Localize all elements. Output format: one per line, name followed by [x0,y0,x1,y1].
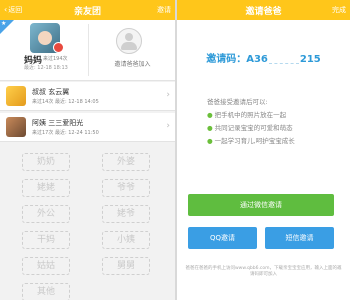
baby-hand-image [38,31,52,45]
benefit-item: ● 共同记录宝宝的可爱和萌态 [207,122,295,132]
benefit-item: ● 一起学习育儿,呵护宝宝成长 [207,135,295,145]
invite-button[interactable]: 邀请 [157,5,171,15]
role-slot-grandma[interactable]: 奶奶 [22,153,70,171]
benefits-list: 爸爸接受邀请后可以: ● 把手机中的照片放在一起 ● 共同记录宝宝的可爱和萌态 ● 一… [207,96,295,145]
member-meta: 来过17次 最近: 12-24 11:50 [32,130,99,136]
benefit-item: ● 把手机中的照片放在一起 [207,109,295,119]
role-slot-aunt-paternal[interactable]: 姑姑 [22,257,70,275]
list-item[interactable]: 阿姨 三三爱阳光 来过17次 最近: 12-24 11:50 › [0,113,175,142]
right-navbar: 邀请爸爸 完成 [177,0,350,20]
role-slot-maternal-grandma[interactable]: 外婆 [102,153,150,171]
star-icon: ★ [1,20,7,27]
member-meta: 来过14次 最近: 12-18 14:05 [32,99,99,105]
sms-invite-button[interactable]: 短信邀请 [265,227,334,249]
left-navbar: ‹返回 亲友团 邀请 [0,0,175,20]
role-slot-laoye[interactable]: 姥爷 [102,205,150,223]
page-title: 亲友团 [73,7,101,17]
role-slot-godmother[interactable]: 干妈 [22,231,70,249]
invite-code[interactable]: 邀请码：A36 215 [177,50,350,65]
role-slot-maternal-grandpa[interactable]: 外公 [22,205,70,223]
invite-dad-label[interactable]: 邀请爸爸加入 [90,59,175,68]
qq-invite-button[interactable]: QQ邀请 [188,227,257,249]
code-redaction [268,54,299,64]
page-title: 邀请爸爸 [245,7,282,17]
mom-last-visit: 最近: 12-18 18:13 [24,65,68,71]
bullet-icon: ● [207,124,213,132]
invite-code-prefix: 邀请码：A36 [206,54,268,65]
member-avatar [6,86,26,106]
done-button[interactable]: 完成 [332,5,346,15]
wechat-invite-button[interactable]: 通过微信邀请 [188,194,334,216]
benefits-title: 爸爸接受邀请后可以: [207,98,268,106]
card-divider [88,24,89,76]
benefit-text: 一起学习育儿,呵护宝宝成长 [214,137,295,145]
footer-note: 爸爸在爸爸的手机上访问www.qbb6.com，下载亲宝宝宝应用，输入上面的邀请… [185,266,342,277]
role-slot-aunt-maternal[interactable]: 小姨 [102,231,150,249]
bullet-icon: ● [207,111,213,119]
benefit-text: 把手机中的照片放在一起 [214,111,287,119]
list-item[interactable]: 叔叔 玄云翼 来过14次 最近: 12-18 14:05 › [0,82,175,111]
member-name: 阿姨 三三爱阳光 [32,119,84,127]
benefit-text: 共同记录宝宝的可爱和萌态 [214,124,293,132]
camera-badge-icon [53,42,64,53]
role-slot-other[interactable]: 其他 [22,283,70,300]
member-avatar [6,117,26,137]
family-panel: ‹返回 亲友团 邀请 ★ 妈妈 来过194次 最近: 12-18 18:13 邀… [0,0,175,300]
bullet-icon: ● [207,137,213,145]
top-card: ★ 妈妈 来过194次 最近: 12-18 18:13 邀请爸爸加入 [0,20,175,81]
role-slot-laolao[interactable]: 姥姥 [22,179,70,197]
member-name: 叔叔 玄云翼 [32,88,70,96]
person-head-icon [125,33,133,41]
invite-dad-panel: 邀请爸爸 完成 邀请码：A36 215 爸爸接受邀请后可以: ● 把手机中的照片放在… [177,0,350,300]
invite-dad-avatar[interactable] [116,28,142,54]
mom-visit-count: 来过194次 [43,56,68,62]
invite-code-tail: 215 [299,54,321,65]
role-slot-grandpa[interactable]: 爷爷 [102,179,150,197]
chevron-right-icon: › [166,90,170,100]
chevron-right-icon: › [166,121,170,131]
role-slot-uncle[interactable]: 舅舅 [102,257,150,275]
person-body-icon [121,42,137,50]
